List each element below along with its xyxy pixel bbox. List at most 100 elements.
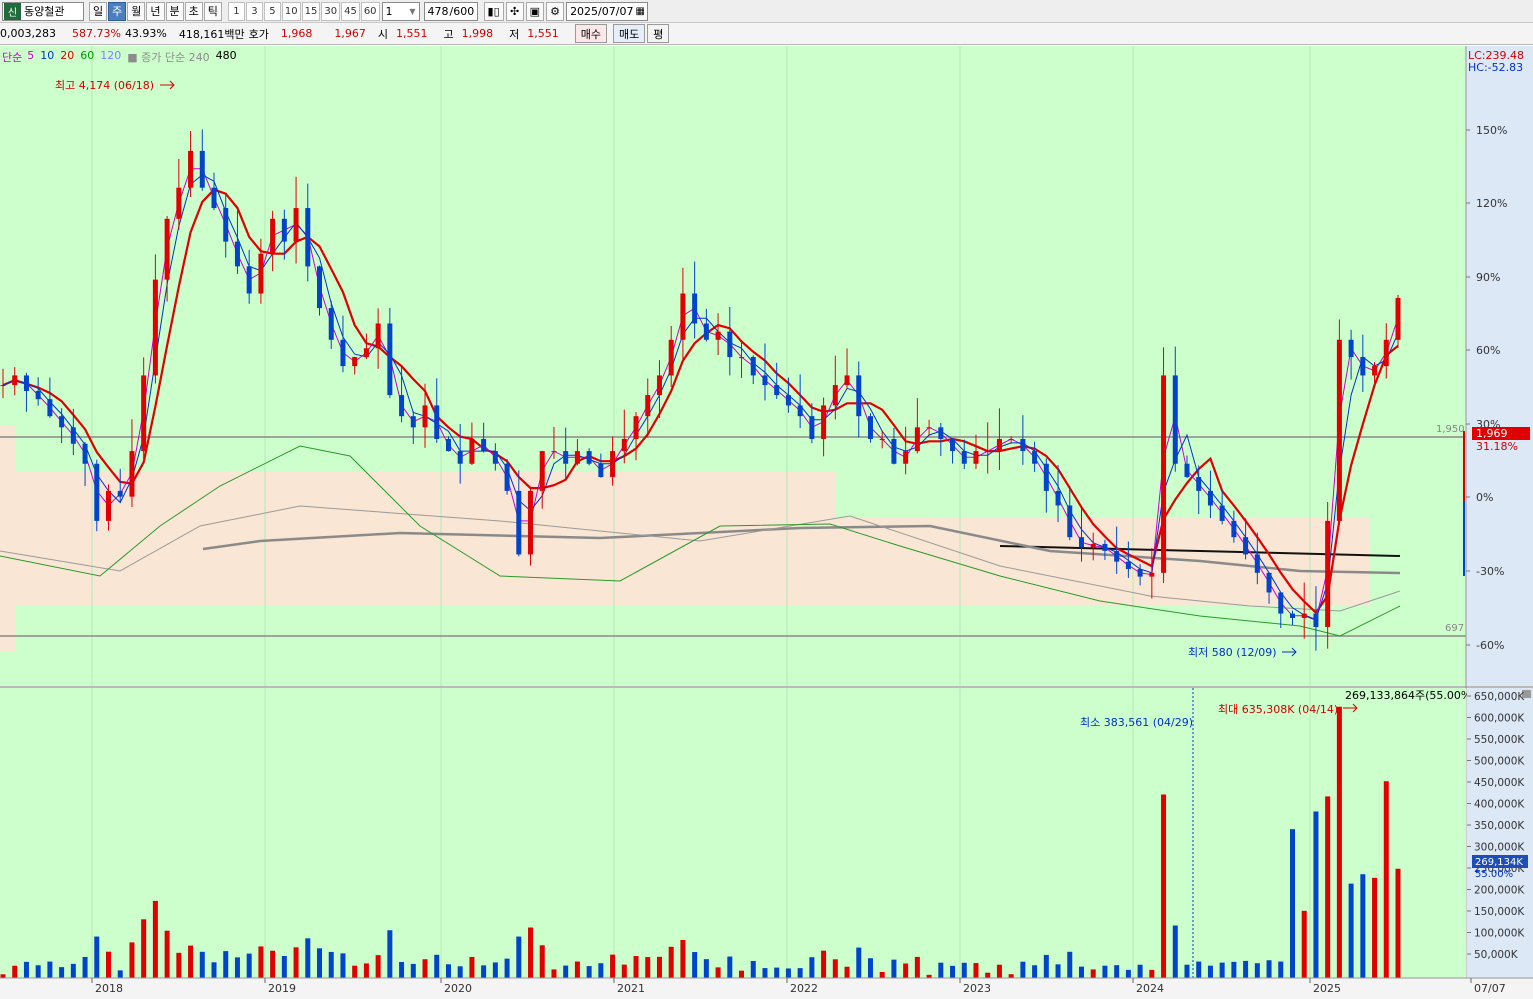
ask-price: 1,968	[280, 27, 313, 40]
crosshair-icon: ✣	[510, 4, 520, 18]
volume-bar	[352, 965, 358, 978]
legend-item-2[interactable]: 20	[60, 49, 74, 65]
volume-tick-label: 50,000K	[1474, 949, 1519, 961]
interval-button-1[interactable]: 1	[227, 1, 245, 21]
period-tab-4[interactable]: 분	[165, 1, 184, 21]
candle-body	[574, 451, 580, 464]
volume-bar	[1161, 794, 1167, 978]
zone-left	[0, 426, 15, 651]
volume-bar	[152, 900, 158, 978]
volume-bar	[1196, 961, 1202, 978]
count-max: /600	[449, 4, 475, 18]
stock-chart[interactable]: 1,950 697 최고 4,174 (06/18) 최저 580 (12/09…	[0, 46, 1533, 999]
stock-selector[interactable]: 신 동양철관	[2, 1, 84, 21]
settings-button[interactable]: ⚙	[546, 1, 565, 21]
volume-bar	[785, 968, 791, 978]
volume-bar	[1008, 974, 1014, 978]
save-button[interactable]: ▣	[525, 1, 545, 21]
volume-bar	[481, 965, 487, 978]
candle-body	[832, 385, 838, 406]
volume-tick-label: 300,000K	[1474, 842, 1525, 854]
candle-body	[785, 395, 791, 406]
date-field[interactable]: 2025/07/07 ▦	[566, 1, 649, 21]
candle-body	[1184, 463, 1190, 477]
date-value: 2025/07/07	[570, 4, 634, 18]
legend-item-5[interactable]: ■ 증가 단순 240	[127, 49, 209, 65]
volume-bar	[1266, 960, 1272, 978]
volume-partial: 0,003,283	[0, 27, 56, 40]
candle-body	[1149, 572, 1155, 577]
period-tab-1[interactable]: 주	[108, 1, 127, 21]
candle-body	[211, 187, 217, 209]
sell-button[interactable]: 매도	[613, 24, 646, 43]
crosshair-button[interactable]: ✣	[505, 1, 524, 21]
candle-body	[621, 438, 627, 452]
candle-body	[246, 266, 252, 294]
candle-body	[1266, 572, 1272, 593]
interval-button-15[interactable]: 15	[301, 1, 321, 21]
buy-button[interactable]: 매수	[574, 24, 607, 43]
legend-item-1[interactable]: 10	[40, 49, 54, 65]
candle-body	[703, 323, 709, 340]
candle-body	[340, 339, 346, 367]
interval-button-5[interactable]: 5	[263, 1, 281, 21]
candle-body	[645, 395, 651, 417]
volume-bar	[950, 965, 956, 978]
volume-bar	[492, 962, 498, 978]
volume-bar	[1172, 925, 1178, 978]
candle-body	[844, 375, 850, 386]
interval-button-45[interactable]: 45	[341, 1, 360, 21]
interval-select[interactable]: 1 ▼	[381, 1, 420, 21]
change-pct: 587.73%	[71, 27, 121, 40]
volume-bar	[1102, 965, 1108, 978]
interval-button-3[interactable]: 3	[245, 1, 263, 21]
volume-bar	[445, 964, 451, 978]
candle-body	[270, 218, 276, 254]
candle-body	[950, 438, 956, 452]
candle-body	[668, 339, 674, 376]
candle-body	[47, 399, 53, 417]
price-tick-label: 0%	[1476, 491, 1493, 504]
flat-button[interactable]: 평	[647, 24, 670, 43]
low-annotation: 최저 580 (12/09)	[1188, 646, 1277, 659]
legend-item-0[interactable]: 5	[27, 49, 34, 65]
volume-bar	[903, 963, 909, 978]
interval-button-10[interactable]: 10	[281, 1, 301, 21]
candle-body	[610, 451, 616, 477]
candle-type-button[interactable]: ▮▯	[483, 1, 504, 21]
volume-bar	[47, 961, 53, 978]
volume-bar	[891, 959, 897, 978]
volume-bar	[106, 951, 112, 978]
interval-select-value: 1	[385, 4, 393, 18]
candle-body	[176, 187, 182, 219]
candle-body	[539, 451, 545, 491]
candle-body	[23, 375, 29, 392]
volume-bar	[23, 961, 29, 978]
vol-current-value: 269,134K	[1475, 857, 1523, 868]
vol-current-pct: 55.00%	[1475, 869, 1513, 880]
interval-button-30[interactable]: 30	[321, 1, 341, 21]
hc-label: HC:-52.83	[1468, 61, 1523, 74]
period-tab-3[interactable]: 년	[146, 1, 165, 21]
candle-body	[223, 208, 229, 242]
volume-bar	[985, 972, 991, 978]
legend-item-6[interactable]: 480	[216, 49, 237, 65]
period-tab-5[interactable]: 초	[184, 1, 203, 21]
date-axis	[0, 978, 1533, 999]
period-tab-2[interactable]: 월	[127, 1, 146, 21]
volume-pane	[0, 688, 1466, 978]
interval-button-60[interactable]: 60	[360, 1, 380, 21]
count-field[interactable]: 478 /600	[423, 1, 478, 21]
candle-body	[856, 375, 862, 417]
candle-body	[70, 427, 76, 444]
volume-bar	[598, 963, 604, 978]
volume-bar	[774, 967, 780, 978]
volume-bar	[1149, 969, 1155, 978]
legend-item-3[interactable]: 60	[80, 49, 94, 65]
volume-bar	[856, 947, 862, 978]
legend-item-4[interactable]: 120	[100, 49, 121, 65]
date-tick-label: 2021	[617, 982, 645, 995]
period-tab-0[interactable]: 일	[89, 1, 108, 21]
period-tab-6[interactable]: 틱	[203, 1, 222, 21]
candle-body	[528, 490, 534, 555]
